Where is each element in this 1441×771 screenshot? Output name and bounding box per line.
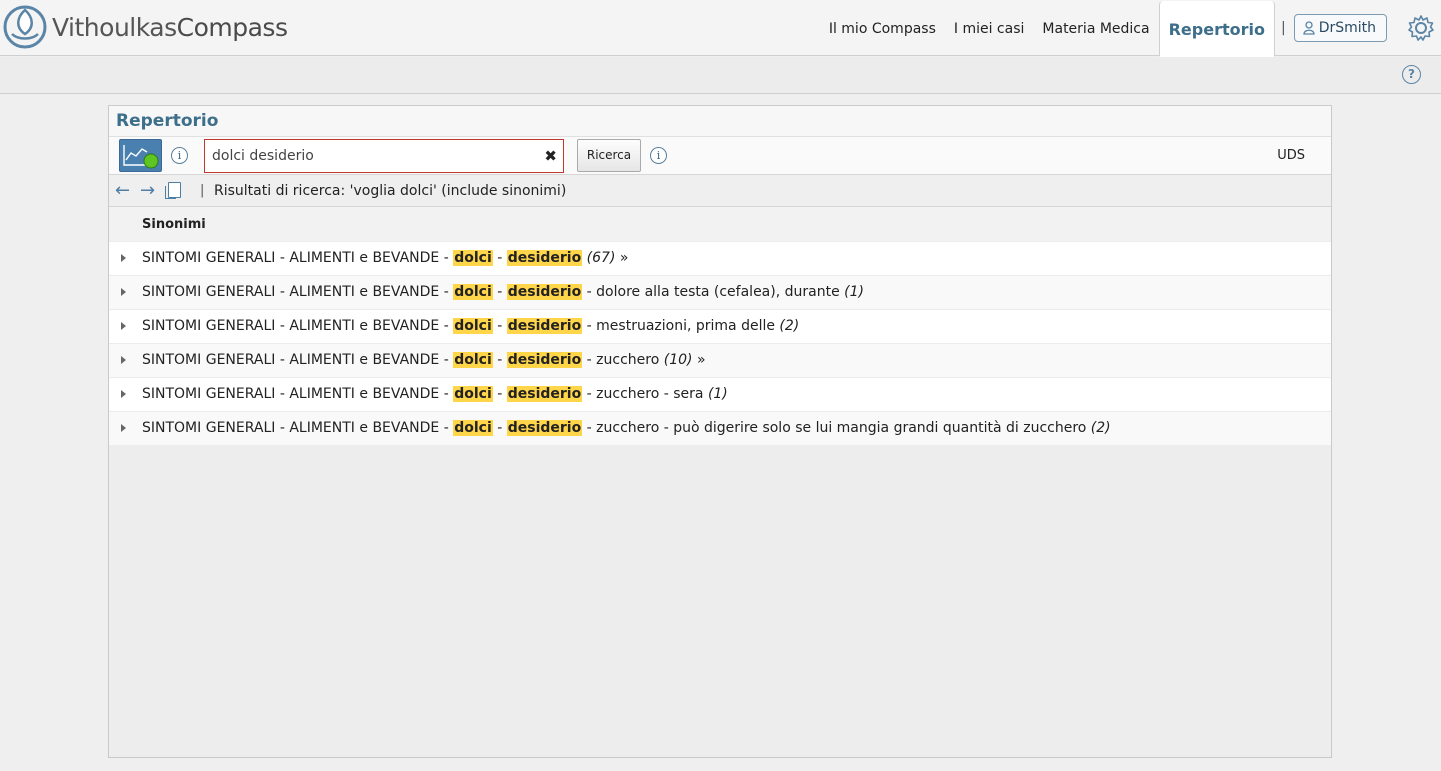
results-label: Risultati di ricerca: 'voglia dolci' (in… xyxy=(214,183,567,199)
clear-icon[interactable]: ✖ xyxy=(544,147,557,165)
more-link[interactable]: » xyxy=(693,352,706,368)
highlight-term: desiderio xyxy=(506,250,583,266)
expand-triangle-icon[interactable] xyxy=(121,254,126,262)
highlight-term: desiderio xyxy=(506,318,583,334)
search-field[interactable]: ✖ xyxy=(204,139,564,173)
column-header-sinonimi: Sinonimi xyxy=(109,207,1331,241)
highlight-term: desiderio xyxy=(506,352,583,368)
search-toolbar: i ✖ Ricerca i UDS xyxy=(109,136,1331,174)
expand-triangle-icon[interactable] xyxy=(121,424,126,432)
main-nav: Il mio Compass I miei casi Materia Medic… xyxy=(820,0,1441,57)
search-button[interactable]: Ricerca xyxy=(577,139,641,172)
nav-i-miei-casi[interactable]: I miei casi xyxy=(945,0,1034,56)
row-text[interactable]: SINTOMI GENERALI - ALIMENTI e BEVANDE - … xyxy=(142,250,628,266)
highlight-term: dolci xyxy=(453,318,493,334)
row-text[interactable]: SINTOMI GENERALI - ALIMENTI e BEVANDE - … xyxy=(142,386,728,402)
expand-triangle-icon[interactable] xyxy=(121,322,126,330)
highlight-term: desiderio xyxy=(506,386,583,402)
forward-arrow-icon[interactable]: → xyxy=(140,180,155,201)
chart-button[interactable] xyxy=(119,139,162,172)
row-text[interactable]: SINTOMI GENERALI - ALIMENTI e BEVANDE - … xyxy=(142,284,864,300)
info-icon[interactable]: i xyxy=(171,147,188,164)
expand-triangle-icon[interactable] xyxy=(121,288,126,296)
nav-il-mio-compass[interactable]: Il mio Compass xyxy=(820,0,945,56)
sub-toolbar: ? xyxy=(0,57,1441,94)
table-row[interactable]: SINTOMI GENERALI - ALIMENTI e BEVANDE - … xyxy=(109,241,1331,275)
nav-separator: | xyxy=(1280,20,1286,36)
user-button[interactable]: DrSmith xyxy=(1293,14,1387,42)
table-row[interactable]: SINTOMI GENERALI - ALIMENTI e BEVANDE - … xyxy=(109,411,1331,445)
search-info-icon[interactable]: i xyxy=(650,147,667,164)
highlight-term: desiderio xyxy=(506,284,583,300)
back-arrow-icon[interactable]: ← xyxy=(115,180,130,201)
user-icon xyxy=(1303,21,1315,35)
copy-icon[interactable] xyxy=(165,182,181,199)
chart-icon xyxy=(123,145,159,169)
highlight-term: dolci xyxy=(453,284,493,300)
results-bar: ← → | Risultati di ricerca: 'voglia dolc… xyxy=(109,174,1331,207)
more-link[interactable]: » xyxy=(615,250,629,266)
top-header: VithoulkasCompass Il mio Compass I miei … xyxy=(0,0,1441,57)
app-logo[interactable]: VithoulkasCompass xyxy=(2,4,288,50)
expand-triangle-icon[interactable] xyxy=(121,390,126,398)
help-icon[interactable]: ? xyxy=(1402,65,1421,84)
row-count: (2) xyxy=(779,318,800,334)
row-count: (67) xyxy=(586,250,616,266)
table-row[interactable]: SINTOMI GENERALI - ALIMENTI e BEVANDE - … xyxy=(109,309,1331,343)
table-row[interactable]: SINTOMI GENERALI - ALIMENTI e BEVANDE - … xyxy=(109,377,1331,411)
panel-title: Repertorio xyxy=(109,106,1331,136)
row-count: (10) xyxy=(663,352,693,368)
row-text[interactable]: SINTOMI GENERALI - ALIMENTI e BEVANDE - … xyxy=(142,352,706,368)
expand-triangle-icon[interactable] xyxy=(121,356,126,364)
gear-icon[interactable] xyxy=(1407,14,1435,42)
row-count: (1) xyxy=(844,284,864,300)
uds-label[interactable]: UDS xyxy=(1277,148,1305,163)
highlight-term: dolci xyxy=(453,420,493,436)
row-count: (1) xyxy=(707,386,728,402)
compass-logo-icon xyxy=(3,5,47,49)
table-row[interactable]: SINTOMI GENERALI - ALIMENTI e BEVANDE - … xyxy=(109,343,1331,377)
highlight-term: dolci xyxy=(453,386,493,402)
user-name: DrSmith xyxy=(1318,20,1376,36)
highlight-term: dolci xyxy=(453,352,493,368)
highlight-term: desiderio xyxy=(506,420,583,436)
nav-repertorio[interactable]: Repertorio xyxy=(1158,1,1275,57)
row-count: (2) xyxy=(1090,420,1111,436)
table-row[interactable]: SINTOMI GENERALI - ALIMENTI e BEVANDE - … xyxy=(109,275,1331,309)
row-text[interactable]: SINTOMI GENERALI - ALIMENTI e BEVANDE - … xyxy=(142,420,1111,436)
repertorio-panel: Repertorio i ✖ Ricerca i UDS ← → | Risul… xyxy=(108,105,1332,758)
results-list: SINTOMI GENERALI - ALIMENTI e BEVANDE - … xyxy=(109,241,1331,445)
app-name: VithoulkasCompass xyxy=(52,12,288,42)
nav-materia-medica[interactable]: Materia Medica xyxy=(1033,0,1158,56)
search-input[interactable] xyxy=(205,140,525,172)
highlight-term: dolci xyxy=(453,250,493,266)
results-separator: | xyxy=(200,183,205,198)
row-text[interactable]: SINTOMI GENERALI - ALIMENTI e BEVANDE - … xyxy=(142,318,799,334)
